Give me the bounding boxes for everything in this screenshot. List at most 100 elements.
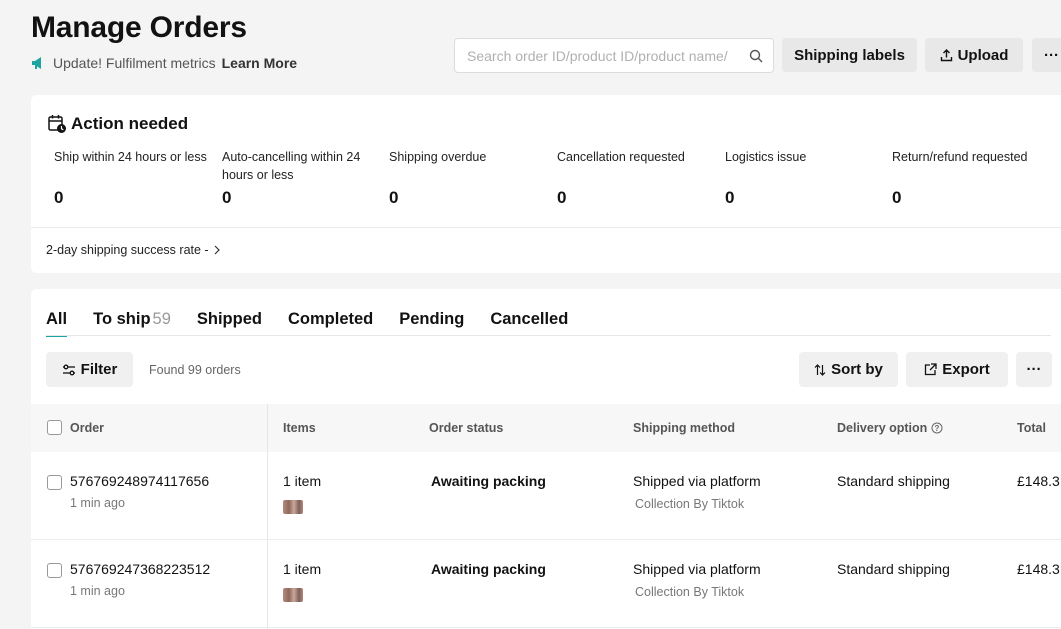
order-tabs: All To ship 59 Shipped Completed Pending … (46, 310, 594, 337)
sort-by-button[interactable]: Sort by (799, 352, 898, 387)
shipping-success-rate-link[interactable]: 2-day shipping success rate - (46, 243, 220, 257)
action-needed-card: Action needed Ship within 24 hours or le… (31, 95, 1061, 273)
metric-value: 0 (892, 188, 902, 207)
column-delivery-option: Delivery option ? (837, 421, 943, 435)
metric-ship-within-24h[interactable]: Ship within 24 hours or less 0 (54, 148, 212, 207)
metric-return-refund[interactable]: Return/refund requested 0 (892, 148, 1050, 207)
table-header: Order Items Order status Shipping method… (31, 404, 1061, 452)
tab-to-ship[interactable]: To ship 59 (93, 310, 171, 337)
metric-label: Return/refund requested (892, 150, 1028, 164)
tab-pending[interactable]: Pending (399, 310, 464, 337)
table-row[interactable]: 576769248974117656 1 min ago 1 item Awai… (31, 452, 1061, 540)
metric-label: Shipping overdue (389, 150, 487, 164)
order-time: 1 min ago (70, 496, 125, 510)
metric-logistics-issue[interactable]: Logistics issue 0 (725, 148, 883, 207)
metric-label: Cancellation requested (557, 150, 685, 164)
orders-card: All To ship 59 Shipped Completed Pending … (31, 289, 1061, 629)
metric-label: Ship within 24 hours or less (54, 150, 207, 164)
export-button[interactable]: Export (906, 352, 1008, 387)
metric-label: Logistics issue (725, 150, 807, 164)
found-count: Found 99 orders (149, 363, 241, 377)
export-icon (925, 363, 937, 376)
update-text: Update! Fulfilment metrics (53, 55, 216, 71)
tab-label: Pending (399, 310, 465, 328)
action-needed-title: Action needed (47, 114, 188, 134)
product-thumbnail[interactable] (283, 588, 303, 602)
metric-cancellation-requested[interactable]: Cancellation requested 0 (557, 148, 715, 207)
chevron-right-icon (214, 245, 220, 255)
column-order[interactable]: Order (70, 421, 104, 435)
help-icon[interactable]: ? (931, 422, 943, 434)
tab-label: Shipped (196, 310, 262, 328)
page-header: Manage Orders Update! Fulfilment metrics… (0, 0, 1061, 92)
tab-shipped[interactable]: Shipped (197, 310, 262, 337)
order-status: Awaiting packing (431, 473, 546, 489)
tab-completed[interactable]: Completed (288, 310, 373, 337)
order-total: £148.3 (1017, 561, 1060, 577)
metric-value: 0 (557, 188, 567, 207)
shipping-method: Shipped via platform (633, 473, 761, 489)
table-row[interactable]: 576769247368223512 1 min ago 1 item Awai… (31, 540, 1061, 628)
search-input[interactable] (467, 47, 743, 64)
shipping-method: Shipped via platform (633, 561, 761, 577)
learn-more-link[interactable]: Learn More (222, 55, 297, 71)
shipping-method-detail: Collection By Tiktok (635, 497, 745, 511)
table-more-button[interactable]: ··· (1016, 352, 1052, 387)
delivery-option: Standard shipping (837, 561, 950, 577)
column-items: Items (283, 421, 316, 435)
order-id-link[interactable]: 576769248974117656 (70, 473, 209, 489)
tab-all[interactable]: All (46, 310, 68, 337)
order-id-link[interactable]: 576769247368223512 (70, 561, 210, 577)
divider (31, 227, 1061, 228)
column-shipping-method: Shipping method (633, 421, 736, 435)
more-icon: ··· (1026, 361, 1042, 378)
shipping-labels-button[interactable]: Shipping labels (782, 38, 917, 72)
item-count: 1 item (283, 473, 322, 489)
action-needed-label: Action needed (71, 114, 189, 133)
search-box[interactable] (454, 38, 774, 73)
upload-button[interactable]: Upload (925, 38, 1023, 72)
tab-label: Cancelled (490, 310, 569, 328)
metric-value: 0 (54, 188, 64, 207)
search-icon[interactable] (749, 49, 763, 63)
tab-count: 59 (152, 310, 171, 328)
metric-value: 0 (222, 188, 232, 207)
filter-button[interactable]: Filter (46, 352, 133, 387)
export-label: Export (942, 361, 990, 378)
megaphone-icon (32, 57, 41, 69)
column-order-status: Order status (429, 421, 504, 435)
upload-label: Upload (957, 46, 1009, 64)
update-banner: Update! Fulfilment metrics Learn More (31, 55, 297, 71)
tab-label: To ship (93, 310, 151, 328)
success-rate-label: 2-day shipping success rate - (46, 243, 209, 257)
sort-icon (814, 363, 826, 376)
sort-by-label: Sort by (831, 361, 883, 378)
tab-cancelled[interactable]: Cancelled (490, 310, 568, 337)
upload-icon (940, 48, 952, 61)
metric-label: Auto-cancelling within 24 hours or less (222, 150, 361, 182)
page-title: Manage Orders (31, 11, 247, 44)
tab-label: All (46, 310, 68, 328)
metric-value: 0 (389, 188, 399, 207)
tabs-divider (46, 335, 1051, 336)
metric-shipping-overdue[interactable]: Shipping overdue 0 (389, 148, 547, 207)
shipping-labels-label: Shipping labels (794, 46, 905, 64)
metric-value: 0 (725, 188, 735, 207)
product-thumbnail[interactable] (283, 500, 303, 514)
order-status: Awaiting packing (431, 561, 546, 577)
calendar-clock-icon (48, 115, 66, 133)
filter-icon (62, 364, 75, 375)
row-checkbox[interactable] (47, 475, 62, 490)
filter-label: Filter (80, 361, 118, 378)
order-total: £148.3 (1017, 473, 1060, 489)
more-icon: ··· (1044, 46, 1059, 64)
select-all-checkbox[interactable] (47, 420, 62, 435)
item-count: 1 item (283, 561, 322, 577)
more-options-button[interactable]: ··· (1032, 38, 1061, 72)
row-checkbox[interactable] (47, 563, 62, 578)
shipping-method-detail: Collection By Tiktok (635, 585, 745, 599)
order-time: 1 min ago (70, 584, 125, 598)
column-delivery-label: Delivery option (837, 421, 928, 435)
svg-text:?: ? (935, 424, 940, 433)
metric-auto-cancelling[interactable]: Auto-cancelling within 24 hours or less … (222, 148, 380, 207)
